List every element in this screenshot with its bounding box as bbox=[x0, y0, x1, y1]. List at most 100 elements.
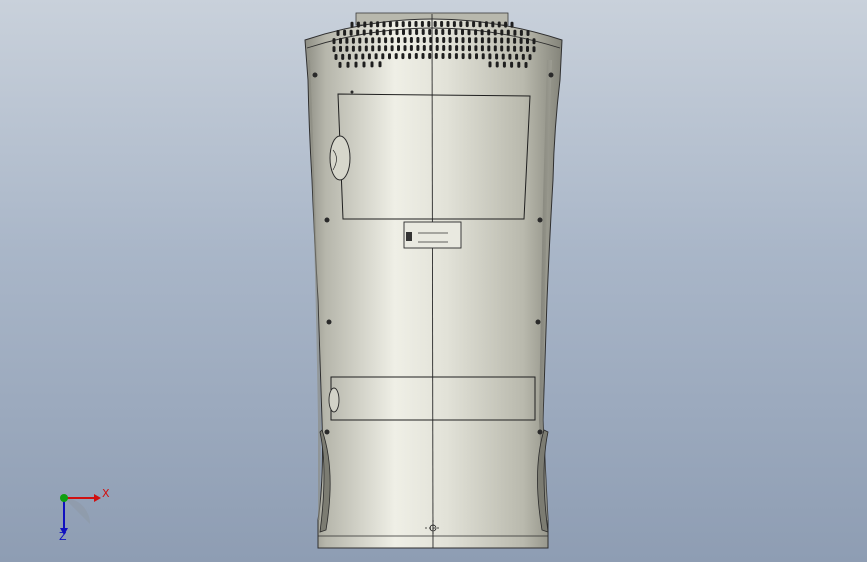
vent-slot bbox=[500, 37, 504, 44]
side-handle-upper bbox=[329, 135, 351, 181]
vent-slot bbox=[332, 46, 336, 53]
vent-slot bbox=[416, 37, 420, 43]
vent-slot bbox=[532, 38, 536, 45]
vent-slot bbox=[336, 30, 340, 36]
vent-slot bbox=[390, 45, 394, 52]
vent-slot bbox=[474, 45, 478, 52]
vent-slot bbox=[455, 45, 459, 52]
vent-slot bbox=[382, 21, 386, 28]
vent-slot bbox=[454, 29, 458, 36]
vent-slot bbox=[402, 29, 405, 36]
vent-slot bbox=[435, 37, 439, 43]
vent-slot bbox=[358, 37, 362, 44]
vent-slot bbox=[521, 53, 525, 60]
vent-slot bbox=[409, 37, 413, 43]
vent-slot bbox=[390, 37, 394, 44]
vent-slot bbox=[491, 21, 495, 28]
vent-slot bbox=[428, 53, 432, 59]
vent-slot bbox=[332, 38, 336, 45]
vent-slot bbox=[472, 21, 476, 28]
x-axis-label: X bbox=[102, 487, 110, 500]
vent-slot bbox=[362, 29, 366, 36]
graphics-viewport[interactable]: X Z bbox=[0, 0, 867, 562]
vent-slot bbox=[338, 61, 342, 68]
vent-slot bbox=[508, 53, 512, 60]
vent-slot bbox=[408, 21, 412, 28]
vent-slot bbox=[459, 21, 463, 28]
vent-slot bbox=[517, 61, 521, 68]
cad-model[interactable] bbox=[0, 0, 867, 562]
vent-slot bbox=[349, 29, 353, 36]
vent-slot bbox=[493, 37, 497, 44]
vent-slot bbox=[465, 21, 469, 28]
vent-slot bbox=[480, 45, 484, 52]
vent-slot bbox=[378, 61, 382, 68]
vent-slot bbox=[334, 54, 338, 60]
vent-slot bbox=[414, 53, 418, 59]
vent-slot bbox=[388, 29, 392, 36]
vent-slot bbox=[513, 37, 517, 44]
label-plate bbox=[403, 221, 462, 249]
vent-slot bbox=[408, 53, 412, 60]
vent-slot bbox=[354, 61, 358, 68]
vent-slot bbox=[455, 37, 459, 44]
vent-slot bbox=[474, 37, 478, 44]
vent-slot bbox=[358, 45, 362, 52]
vent-slot bbox=[488, 53, 492, 60]
vent-slot bbox=[487, 29, 491, 36]
vent-slot bbox=[461, 29, 464, 36]
vent-slot bbox=[475, 53, 478, 60]
vent-slot bbox=[501, 53, 505, 60]
vent-slot bbox=[384, 45, 388, 52]
vent-slot bbox=[434, 29, 438, 35]
vent-slot bbox=[414, 21, 418, 27]
vent-slot bbox=[433, 21, 437, 27]
vent-slot bbox=[510, 21, 514, 28]
enclosure-body bbox=[304, 18, 563, 549]
vent-slot bbox=[446, 21, 450, 27]
vent-slot bbox=[351, 37, 355, 44]
vent-slot bbox=[388, 53, 391, 60]
vent-slot bbox=[397, 45, 400, 52]
vent-slot bbox=[441, 53, 445, 59]
vent-slot bbox=[401, 53, 405, 60]
vent-slot bbox=[487, 45, 491, 52]
vent-slot bbox=[403, 37, 407, 44]
vent-slot bbox=[478, 21, 482, 28]
vent-slot bbox=[442, 45, 446, 51]
vent-slot bbox=[345, 37, 349, 44]
vent-slot bbox=[408, 29, 412, 36]
vent-slot bbox=[376, 21, 380, 28]
vent-slot bbox=[364, 37, 368, 44]
vent-slot bbox=[343, 29, 347, 36]
vent-slot bbox=[421, 29, 425, 35]
vent-slot bbox=[422, 37, 426, 43]
vent-slot bbox=[442, 37, 446, 43]
vent-slot bbox=[468, 53, 472, 60]
z-axis-label: Z bbox=[59, 530, 67, 543]
vent-slot bbox=[481, 53, 485, 60]
vent-slot bbox=[447, 29, 451, 35]
vent-slot bbox=[371, 45, 375, 52]
vent-slot bbox=[448, 45, 452, 51]
vent-slot bbox=[488, 61, 492, 68]
vent-slot bbox=[370, 61, 374, 68]
vent-slot bbox=[500, 45, 504, 52]
vent-slot bbox=[434, 53, 438, 59]
vent-slot bbox=[526, 30, 530, 36]
vent-slot bbox=[356, 29, 360, 36]
vent-slot bbox=[435, 45, 439, 51]
vent-slot bbox=[441, 29, 445, 35]
vent-slot bbox=[356, 21, 360, 28]
vent-slot bbox=[480, 29, 484, 36]
vent-slot bbox=[345, 45, 349, 52]
vent-slot bbox=[532, 46, 536, 53]
vent-slot bbox=[382, 29, 386, 36]
vent-slot bbox=[461, 37, 465, 44]
vent-slot bbox=[339, 45, 342, 52]
vent-slot bbox=[495, 53, 499, 60]
vent-slot bbox=[350, 21, 354, 28]
vent-slot bbox=[374, 53, 378, 60]
vent-slot bbox=[422, 45, 426, 51]
vent-slot bbox=[395, 21, 399, 28]
